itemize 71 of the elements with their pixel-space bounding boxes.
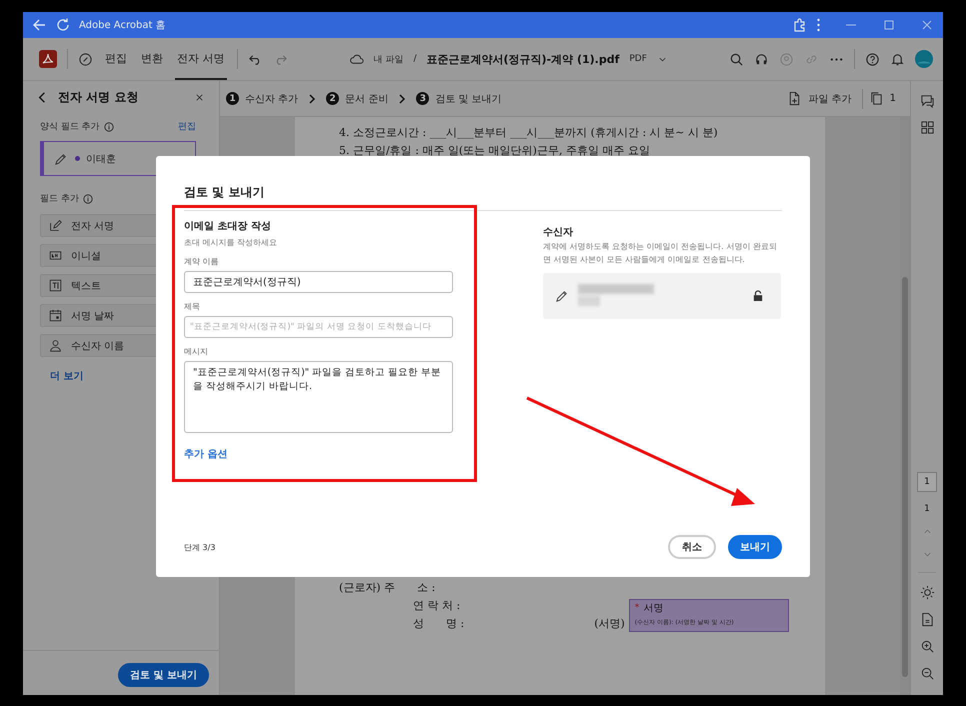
back-arrow-icon[interactable] <box>31 17 47 33</box>
more-options-link[interactable]: 추가 옵션 <box>184 447 228 461</box>
bell-icon[interactable] <box>890 52 905 66</box>
toolbar-tab[interactable]: 편집 <box>103 38 129 80</box>
close-icon[interactable] <box>194 92 205 103</box>
headphones-icon[interactable] <box>754 52 769 66</box>
signature-field-icon <box>49 219 62 232</box>
text-field-icon <box>49 279 62 292</box>
section-label: 필드 추가 <box>40 193 79 205</box>
edit-link[interactable]: 편집 <box>178 120 196 133</box>
chevron-right-icon <box>308 94 316 104</box>
info-icon[interactable] <box>82 194 93 204</box>
pdf-logo-icon[interactable] <box>39 50 57 68</box>
add-file-link[interactable]: 파일 추가 <box>808 92 852 106</box>
more-icon[interactable] <box>816 17 821 33</box>
info-icon[interactable] <box>104 122 114 132</box>
document-icon[interactable] <box>920 612 934 627</box>
page-count: 1 <box>890 93 896 104</box>
contract-name-field[interactable]: 표준근로계약서(정규직) <box>184 271 453 293</box>
help-icon[interactable] <box>865 52 880 66</box>
page-number-field[interactable]: 1 <box>917 472 937 492</box>
message-field[interactable]: "표준근로계약서(정규직)" 파일을 검토하고 필요한 부분을 작성해주시기 바랍니다. <box>184 361 453 433</box>
step-label[interactable]: 문서 준비 <box>345 92 388 106</box>
signer-color-dot <box>75 156 80 161</box>
file-type-label: PDF <box>629 54 647 64</box>
pages-icon <box>868 91 884 106</box>
pen-nib-icon <box>54 151 69 166</box>
step-label[interactable]: 검토 및 보내기 <box>435 92 502 106</box>
step-number: 1 <box>226 92 239 105</box>
breadcrumb-link[interactable]: 내 파일 <box>374 52 404 66</box>
review-send-button[interactable]: 검토 및 보내기 <box>118 663 209 687</box>
dialog-title: 검토 및 보내기 <box>184 184 266 201</box>
scrollbar[interactable] <box>900 117 910 695</box>
cancel-button[interactable]: 취소 <box>668 535 716 559</box>
document-text: 연 락 처 : <box>413 598 460 613</box>
document-text: 성 명 : <box>413 616 464 631</box>
document-text: 4. 소정근로시간 : ___시___분부터 ___시___분까지 (휴게시간 : 시 분~ 시 분) <box>339 125 719 140</box>
path-separator: / <box>413 54 416 64</box>
document-text: (근로자) 주 소 : <box>339 580 436 595</box>
section-label: 양식 필드 추가 <box>40 121 100 133</box>
window-title: Adobe Acrobat 홈 <box>79 19 166 32</box>
step-number: 2 <box>326 92 340 105</box>
person-icon <box>49 339 62 352</box>
unlocked-padlock-icon[interactable] <box>753 290 763 302</box>
zoom-in-icon[interactable] <box>920 639 934 654</box>
pen-nib-icon <box>555 288 570 304</box>
signature-field-title: 서명 <box>643 602 664 615</box>
document-text: (서명) <box>594 616 625 631</box>
panel-title: 전자 서명 요청 <box>58 89 138 106</box>
step-number: 3 <box>416 92 430 105</box>
send-button[interactable]: 보내기 <box>728 535 782 559</box>
step-label[interactable]: 수신자 추가 <box>245 92 298 106</box>
chevron-right-icon <box>398 94 406 104</box>
search-icon[interactable] <box>729 52 744 66</box>
comment-icon[interactable] <box>920 93 934 108</box>
signer-name: 이태훈 <box>86 152 116 166</box>
required-mark: * <box>634 603 640 613</box>
document-text: 5. 근무일/휴일 : 매주 일(또는 매일단위)근무, 주휴일 매주 요일 <box>339 143 651 158</box>
toolbar-tab[interactable]: 변환 <box>139 38 165 80</box>
initials-field-icon <box>49 249 62 262</box>
step-indicator: 단계 3/3 <box>184 542 216 552</box>
grid-icon[interactable] <box>920 120 934 135</box>
file-name: 표준근로계약서(정규직)-계약 (1).pdf <box>426 52 620 66</box>
page-total: 1 <box>924 504 930 514</box>
recipients-title: 수신자 <box>543 226 574 239</box>
brightness-icon[interactable] <box>920 585 934 600</box>
zoom-out-icon[interactable] <box>920 666 934 681</box>
subject-field[interactable]: "표준근로계약서(정규직)" 파일의 서명 요청이 도착했습니다 <box>184 316 453 338</box>
refresh-icon[interactable] <box>55 17 71 33</box>
calendar-icon <box>49 309 62 322</box>
recipients-description: 계약에 서명하도록 요청하는 이메일이 전송됩니다. 서명이 완료되면 서명된 사본이 모든 사람들에게 이메일로 전송됩니다. <box>543 241 778 266</box>
